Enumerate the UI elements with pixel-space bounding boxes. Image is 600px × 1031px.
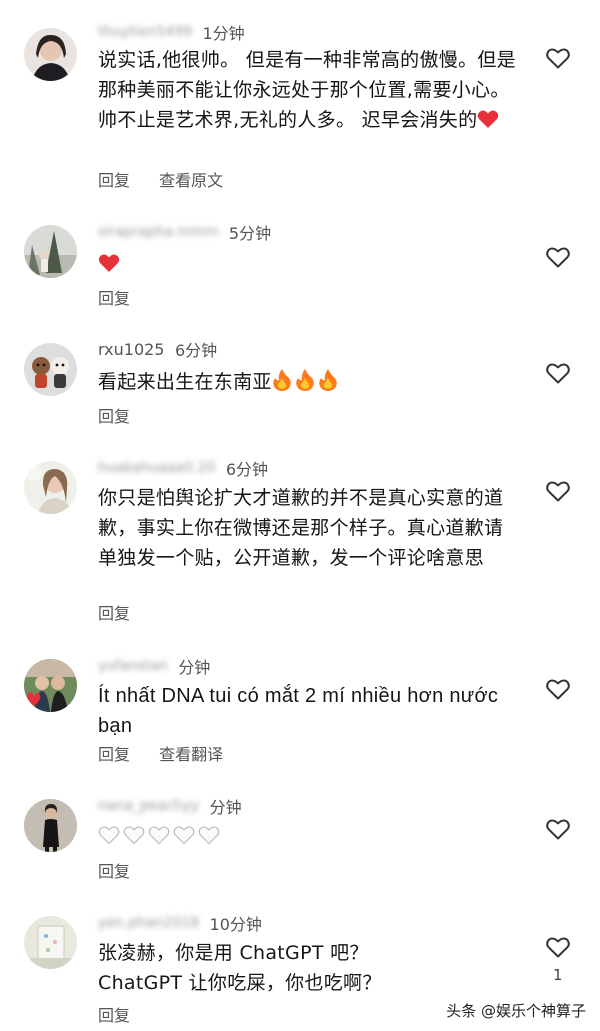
username[interactable]: thuytien5499 — [98, 24, 192, 40]
white-heart-emoji — [123, 824, 145, 845]
watermark: 头条 @娱乐个神算子 — [446, 1002, 586, 1020]
red-heart-emoji — [98, 252, 120, 272]
fire-emoji — [272, 368, 292, 392]
comment-actions: 回复 查看翻译 — [98, 741, 247, 765]
comment-actions: 回复 — [98, 600, 154, 624]
reply-button[interactable]: 回复 — [98, 745, 130, 764]
view-translation-button[interactable]: 查看翻译 — [159, 745, 223, 764]
heart-outline-icon[interactable] — [545, 361, 571, 385]
comment-text: 说实话,他很帅。 但是有一种非常高的傲慢。但是那种美丽不能让你永远处于那个位置,… — [98, 49, 516, 131]
timestamp: 分钟 — [178, 658, 211, 677]
heart-outline-icon[interactable] — [545, 817, 571, 841]
reply-button[interactable]: 回复 — [98, 604, 130, 623]
timestamp: 6分钟 — [174, 341, 218, 360]
white-heart-emoji — [148, 824, 170, 845]
avatar[interactable] — [24, 225, 77, 278]
like-count: 1 — [553, 966, 563, 984]
comment-actions: 回复 查看原文 — [98, 167, 247, 191]
avatar[interactable] — [24, 799, 77, 852]
timestamp: 6分钟 — [225, 460, 269, 479]
avatar[interactable] — [24, 916, 77, 969]
white-heart-emoji — [173, 824, 195, 845]
white-heart-emoji — [98, 824, 120, 845]
comment-line: ChatGPT 让你吃屎，你也吃啊？ — [98, 972, 382, 994]
comment-text — [98, 249, 518, 279]
username[interactable]: huakahuaaa0.20 — [98, 460, 215, 476]
fire-emoji — [318, 368, 338, 392]
comment-meta: sirapraphа.mmm 5分钟 — [98, 220, 272, 243]
avatar[interactable] — [24, 659, 77, 712]
heart-outline-icon[interactable] — [545, 245, 571, 269]
comment-text: Ít nhất DNA tui có mắt 2 mí nhiều hơn nư… — [98, 685, 499, 737]
heart-outline-icon[interactable] — [545, 479, 571, 503]
timestamp: 10分钟 — [209, 915, 262, 934]
username[interactable]: sirapraphа.mmm — [98, 224, 218, 240]
reply-button[interactable]: 回复 — [98, 862, 130, 881]
fire-emoji — [295, 368, 315, 392]
comment-actions: 回复 — [98, 403, 154, 427]
comment-actions: 回复 — [98, 285, 154, 309]
timestamp: 分钟 — [209, 798, 242, 817]
comment-meta: nana_peachyy 分钟 — [98, 794, 242, 817]
heart-outline-icon[interactable] — [545, 677, 571, 701]
username[interactable]: nana_peachyy — [98, 798, 199, 814]
view-original-button[interactable]: 查看原文 — [159, 171, 223, 190]
comment-text: 你只是怕舆论扩大才道歉的并不是真心实意的道歉，事实上你在微博还是那个样子。真心道… — [98, 487, 504, 569]
comment-meta: yufanstan 分钟 — [98, 654, 211, 677]
username[interactable]: rxu1025 — [98, 340, 164, 359]
avatar[interactable] — [24, 343, 77, 396]
timestamp: 1分钟 — [202, 24, 245, 43]
white-heart-emoji — [198, 824, 220, 845]
red-heart-emoji — [477, 108, 499, 128]
comment-meta: huakahuaaa0.20 6分钟 — [98, 456, 269, 479]
reply-button[interactable]: 回复 — [98, 171, 130, 190]
reply-button[interactable]: 回复 — [98, 1006, 130, 1025]
username[interactable]: yen.phan2018 — [98, 915, 199, 931]
comment-text: 看起来出生在东南亚 — [98, 367, 518, 397]
comment-text: 张凌赫，你是用 ChatGPT 吧？ ChatGPT 让你吃屎，你也吃啊？ — [98, 938, 518, 998]
heart-outline-icon[interactable] — [545, 935, 571, 959]
comment-actions: 回复 — [98, 1002, 154, 1026]
timestamp: 5分钟 — [228, 224, 272, 243]
reply-button[interactable]: 回复 — [98, 407, 130, 426]
username[interactable]: yufanstan — [98, 658, 168, 674]
avatar[interactable] — [24, 28, 77, 81]
comment-text — [98, 821, 518, 851]
comment-line: 张凌赫，你是用 ChatGPT 吧？ — [98, 942, 369, 964]
avatar[interactable] — [24, 461, 77, 514]
comment-meta: rxu1025 6分钟 — [98, 337, 218, 361]
comment-meta: thuytien5499 1分钟 — [98, 20, 245, 43]
comment-meta: yen.phan2018 10分钟 — [98, 911, 262, 934]
heart-outline-icon[interactable] — [545, 46, 571, 70]
comment-actions: 回复 — [98, 858, 154, 882]
reply-button[interactable]: 回复 — [98, 289, 130, 308]
